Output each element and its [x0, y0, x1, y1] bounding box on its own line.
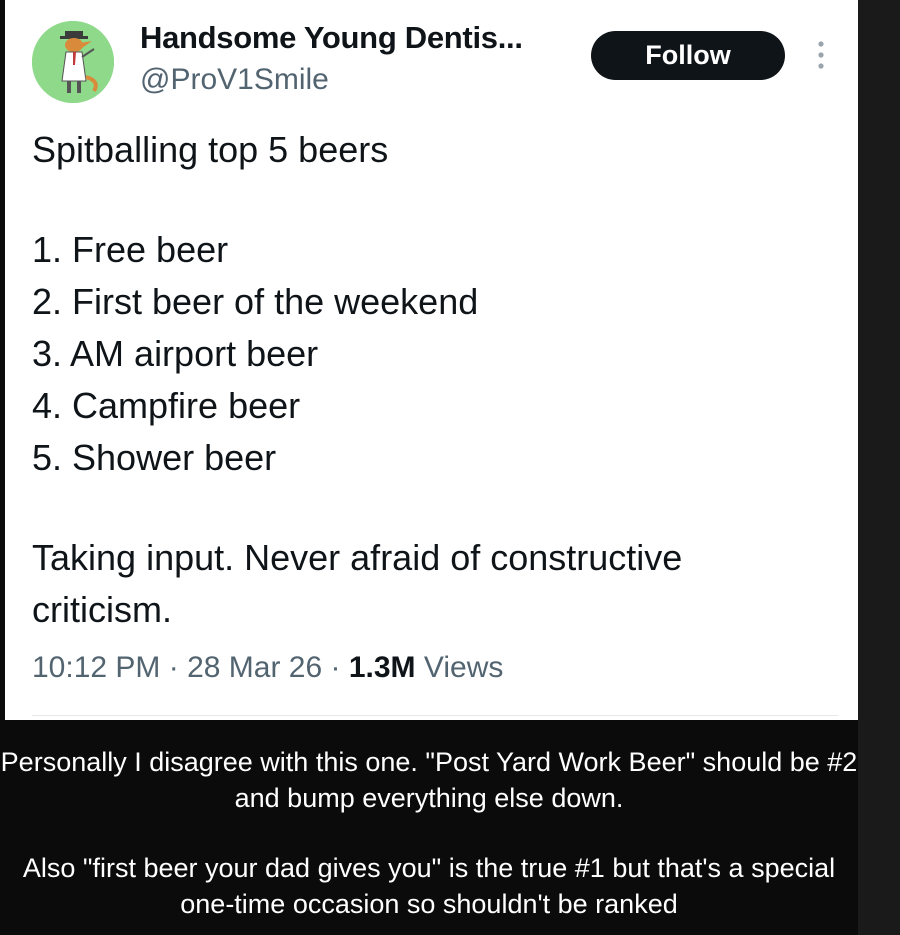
author-display-name[interactable]: Handsome Young Dentis... [140, 20, 523, 56]
meta-separator: · [160, 651, 188, 684]
tweet-date[interactable]: 28 Mar 26 [187, 651, 322, 684]
meta-separator: · [322, 651, 349, 684]
list-item: 2. First beer of the weekend [32, 281, 479, 322]
caption-paragraph: Personally I disagree with this one. "Po… [0, 747, 858, 813]
list-item: 1. Free beer [32, 229, 229, 270]
tweet-closing: Taking input. Never afraid of constructi… [32, 537, 683, 630]
tweet-card: Handsome Young Dentis... @ProV1Smile Fol… [5, 0, 858, 720]
cartoon-avatar-icon [32, 21, 114, 103]
views-count[interactable]: 1.3M [349, 651, 416, 684]
caption-paragraph: Also "first beer your dad gives you" is … [22, 853, 836, 919]
divider [32, 715, 838, 716]
caption-text: Personally I disagree with this one. "Po… [0, 744, 858, 922]
avatar[interactable] [32, 21, 114, 103]
tweet-time[interactable]: 10:12 PM [32, 651, 160, 684]
list-item: 5. Shower beer [32, 437, 277, 478]
tweet-text: Spitballing top 5 beers 1. Free beer 2. … [32, 124, 842, 636]
views-label: Views [415, 651, 504, 684]
follow-button[interactable]: Follow [591, 31, 785, 80]
author-handle[interactable]: @ProV1Smile [140, 63, 329, 97]
list-item: 3. AM airport beer [32, 333, 319, 374]
list-item: 4. Campfire beer [32, 385, 301, 426]
more-vertical-icon[interactable] [810, 38, 832, 72]
screenshot-page: Handsome Young Dentis... @ProV1Smile Fol… [0, 0, 900, 935]
tweet-intro: Spitballing top 5 beers [32, 129, 389, 170]
side-strip [858, 0, 900, 935]
tweet-meta: 10:12 PM · 28 Mar 26 · 1.3M Views [32, 651, 503, 685]
